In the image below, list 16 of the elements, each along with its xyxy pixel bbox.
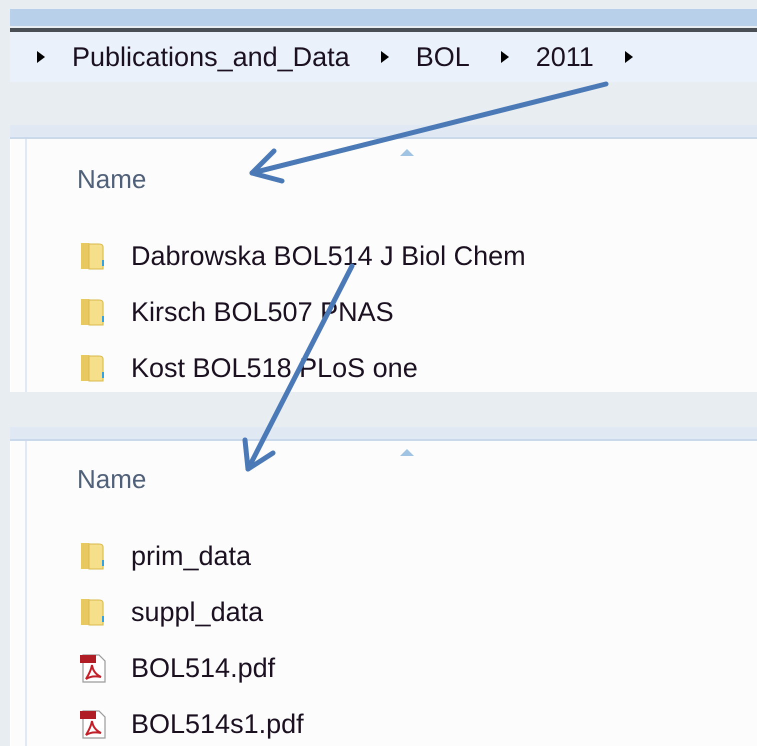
chevron-icon[interactable] <box>380 50 390 64</box>
chevron-icon[interactable] <box>36 50 46 64</box>
breadcrumb-item[interactable]: 2011 <box>536 42 594 72</box>
breadcrumb-item[interactable]: BOL <box>416 42 470 72</box>
sort-arrow-icon <box>399 148 415 157</box>
column-header[interactable]: Name <box>77 164 146 194</box>
breadcrumb-item[interactable]: Publications_and_Data <box>72 42 350 72</box>
file-name[interactable]: BOL514s1.pdf <box>131 708 304 740</box>
sort-arrow-icon <box>399 448 415 457</box>
chevron-icon[interactable] <box>500 50 510 64</box>
column-header[interactable]: Name <box>77 464 146 494</box>
chevron-icon[interactable] <box>624 50 634 64</box>
folder-name[interactable]: suppl_data <box>131 596 264 628</box>
folder-name[interactable]: Dabrowska BOL514 J Biol Chem <box>131 240 526 272</box>
file-name[interactable]: BOL514.pdf <box>131 652 276 684</box>
folder-name[interactable]: prim_data <box>131 540 252 572</box>
